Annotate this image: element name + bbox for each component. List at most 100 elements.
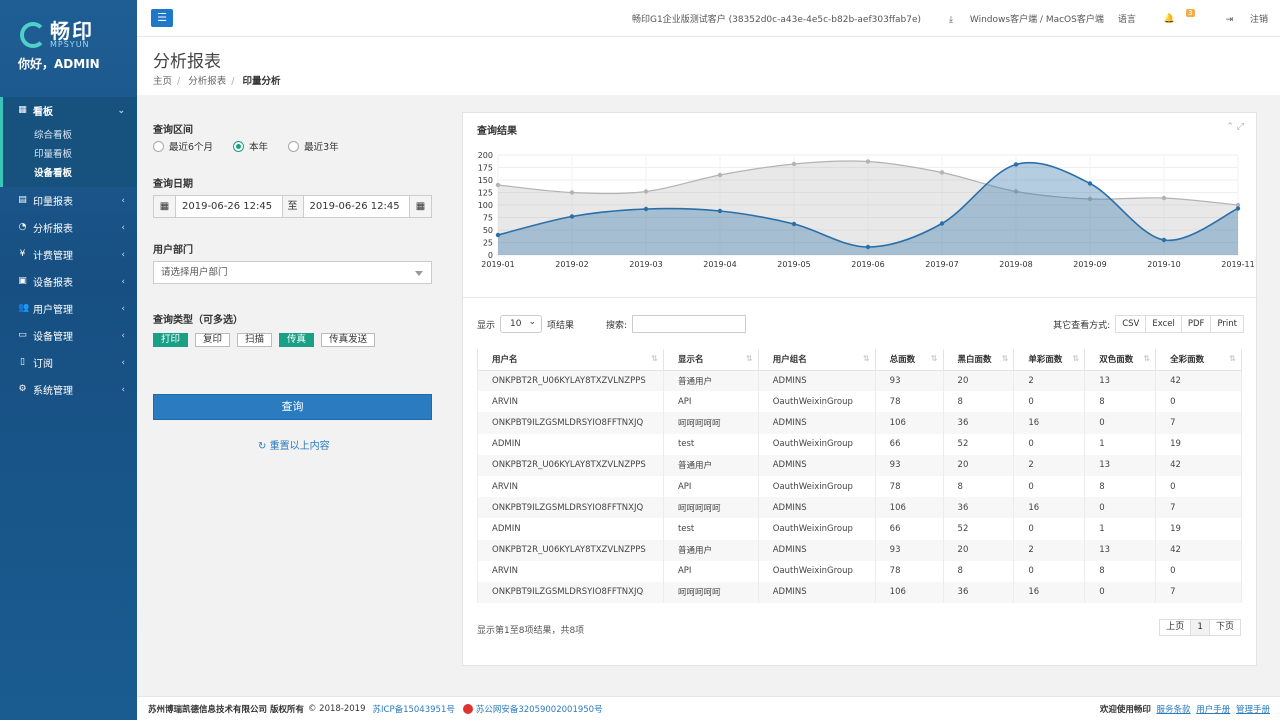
collapse-icon[interactable]: ⌃ [1226, 122, 1234, 132]
column-header[interactable]: 总面数 ⇅ [874, 349, 944, 371]
radio-button[interactable] [233, 140, 245, 152]
column-header[interactable]: 全彩面数 ⇅ [1155, 349, 1242, 371]
table-controls: 显示 10 项结果 搜索: 其它查看方式: CSVExcelPDFPrint [477, 314, 1244, 334]
table-cell: 52 [942, 518, 1015, 540]
calendar-icon[interactable]: ▦ [409, 196, 431, 217]
table-cell: 0 [1084, 581, 1157, 604]
table-cell: 1 [1084, 518, 1157, 540]
range-radio[interactable]: 本年 [233, 139, 268, 153]
table-row[interactable]: ONKPBT9ILZGSMLDRSYIO8FFTNXJQ 呵呵呵呵呵 ADMINS 1… [477, 412, 1242, 434]
export-button[interactable]: PDF [1180, 315, 1212, 333]
table-row[interactable]: ARVIN API OauthWeixinGroup 78 8 0 8 0 [477, 391, 1242, 413]
range-radio[interactable]: 最近6个月 [153, 139, 213, 153]
sidebar-subitem[interactable]: 印量看板 [3, 145, 137, 164]
column-header[interactable]: 双色面数 ⇅ [1084, 349, 1157, 371]
footer-link-user-manual[interactable]: 用户手册 [1196, 705, 1230, 715]
icp-link[interactable]: 苏ICP备15043951号 [373, 703, 455, 715]
table-cell: 1 [1084, 433, 1157, 455]
export-button[interactable]: Print [1210, 315, 1244, 333]
calendar-icon[interactable]: ▦ [154, 196, 176, 217]
search-input[interactable] [632, 315, 747, 333]
breadcrumb-reports[interactable]: 分析报表 [188, 76, 226, 87]
sidebar-item[interactable]: ⚙ 系统管理 ‹ [0, 376, 137, 403]
chevron-left-icon: ‹ [121, 303, 125, 314]
dept-select[interactable]: 请选择用户部门 [153, 261, 432, 284]
table-cell: test [662, 518, 759, 540]
table-row[interactable]: ONKPBT2R_U06KYLAY8TXZVLNZPPS 普通用户 ADMINS 93… [477, 370, 1242, 392]
type-toggle[interactable]: 传真 [279, 333, 315, 347]
column-header[interactable]: 用户名 ⇅ [477, 349, 664, 371]
x-tick-label: 2019-10 [1147, 260, 1180, 269]
x-tick-label: 2019-02 [555, 260, 588, 269]
column-header[interactable]: 黑白面数 ⇅ [942, 349, 1015, 371]
export-button[interactable]: CSV [1115, 315, 1147, 333]
logout-link[interactable]: ⇥ 注销 [1212, 12, 1268, 25]
table-row[interactable]: ONKPBT9ILZGSMLDRSYIO8FFTNXJQ 呵呵呵呵呵 ADMINS 1… [477, 581, 1242, 604]
query-button[interactable]: 查询 [153, 394, 432, 420]
table-row[interactable]: ONKPBT2R_U06KYLAY8TXZVLNZPPS 普通用户 ADMINS 93… [477, 539, 1242, 561]
footer-link-admin-manual[interactable]: 管理手册 [1236, 705, 1270, 715]
sidebar-item-label: 设备管理 [33, 332, 73, 343]
type-toggle[interactable]: 传真发送 [321, 333, 376, 347]
table-row[interactable]: ONKPBT9ILZGSMLDRSYIO8FFTNXJQ 呵呵呵呵呵 ADMINS 1… [477, 497, 1242, 519]
table-cell: 93 [874, 370, 944, 392]
type-toggle[interactable]: 打印 [153, 333, 189, 347]
table-row[interactable]: ADMIN test OauthWeixinGroup 66 52 0 1 19 [477, 433, 1242, 455]
table-cell: API [662, 391, 759, 413]
download-clients-link[interactable]: ⤓ Windows客户端 / MacOS客户端 [935, 12, 1104, 25]
pager-button[interactable]: 1 [1190, 619, 1210, 636]
sidebar-subitem[interactable]: 综合看板 [3, 126, 137, 145]
table-row[interactable]: ARVIN API OauthWeixinGroup 78 8 0 8 0 [477, 475, 1242, 498]
table-cell: 66 [874, 433, 944, 455]
table-row[interactable]: ARVIN API OauthWeixinGroup 78 8 0 8 0 [477, 560, 1242, 582]
type-toggle[interactable]: 复印 [195, 333, 231, 347]
language-link[interactable]: 语言 [1118, 12, 1136, 25]
column-header[interactable]: 用户组名 ⇅ [757, 349, 876, 371]
table-row[interactable]: ADMIN test OauthWeixinGroup 66 52 0 1 19 [477, 518, 1242, 540]
column-header[interactable]: 显示名 ⇅ [662, 349, 759, 371]
line-chart: 0 25 50 75 100 125 150 175 200 2019-01 2019-02 2019… [478, 151, 1255, 269]
logo-icon [20, 22, 46, 48]
radio-button[interactable] [288, 140, 300, 152]
table-cell: 16 [1013, 412, 1086, 434]
expand-icon[interactable]: ⤢ [1237, 122, 1244, 132]
sidebar-item[interactable]: ▭ 设备管理 ‹ [0, 322, 137, 349]
column-header[interactable]: 单彩面数 ⇅ [1013, 349, 1086, 371]
data-point [569, 214, 575, 219]
sidebar-item[interactable]: ◔ 分析报表 ‹ [0, 214, 137, 241]
sidebar-item[interactable]: ▤ 印量报表 ‹ [0, 187, 137, 214]
table-cell: ARVIN [477, 475, 664, 498]
breadcrumb-home[interactable]: 主页 [153, 76, 172, 87]
export-button[interactable]: Excel [1145, 315, 1182, 333]
y-tick-label: 50 [483, 226, 493, 235]
chevron-left-icon: ‹ [121, 384, 125, 395]
logo[interactable]: 畅印 MPSYUN [20, 20, 94, 50]
logout-icon: ⇥ [1225, 15, 1234, 25]
range-radio[interactable]: 最近3年 [288, 139, 339, 153]
radio-button[interactable] [153, 140, 164, 152]
notifications-button[interactable]: 🔔3 [1150, 8, 1198, 24]
type-toggle[interactable]: 扫描 [237, 333, 273, 347]
sidebar-item[interactable]: ▣ 设备报表 ‹ [0, 268, 137, 295]
table-cell: 42 [1155, 370, 1242, 392]
data-point [791, 161, 797, 167]
page-length-select[interactable]: 10 [500, 314, 543, 333]
sidebar-subitem[interactable]: 设备看板 [3, 164, 137, 183]
sidebar-item[interactable]: 👥 用户管理 ‹ [0, 295, 137, 322]
chevron-left-icon: ‹ [121, 330, 125, 341]
x-tick-label: 2019-08 [999, 260, 1032, 269]
footer-link-terms[interactable]: 服务条款 [1157, 705, 1191, 715]
sidebar-item[interactable]: ¥ 计费管理 ‹ [0, 241, 137, 268]
date-to-input[interactable]: 2019-06-26 12:45 [304, 196, 410, 217]
pager-button[interactable]: 上页 [1159, 619, 1192, 636]
reset-link[interactable]: ↻ 重置以上内容 [258, 437, 330, 452]
table-cell: ONKPBT9ILZGSMLDRSYIO8FFTNXJQ [477, 412, 664, 434]
sidebar-item[interactable]: ▯ 订阅 ‹ [0, 349, 137, 376]
table-row[interactable]: ONKPBT2R_U06KYLAY8TXZVLNZPPS 普通用户 ADMINS 93… [477, 454, 1242, 476]
sidebar-item[interactable]: ▦ 看板 ⌄ [0, 97, 137, 124]
pager-button[interactable]: 下页 [1208, 619, 1241, 636]
menu-toggle-button[interactable]: ☰ [151, 9, 173, 27]
date-from-input[interactable]: 2019-06-26 12:45 [176, 196, 282, 217]
police-link[interactable]: 苏公网安备32059002001950号 [476, 703, 603, 715]
table-cell: ADMINS [757, 454, 876, 476]
